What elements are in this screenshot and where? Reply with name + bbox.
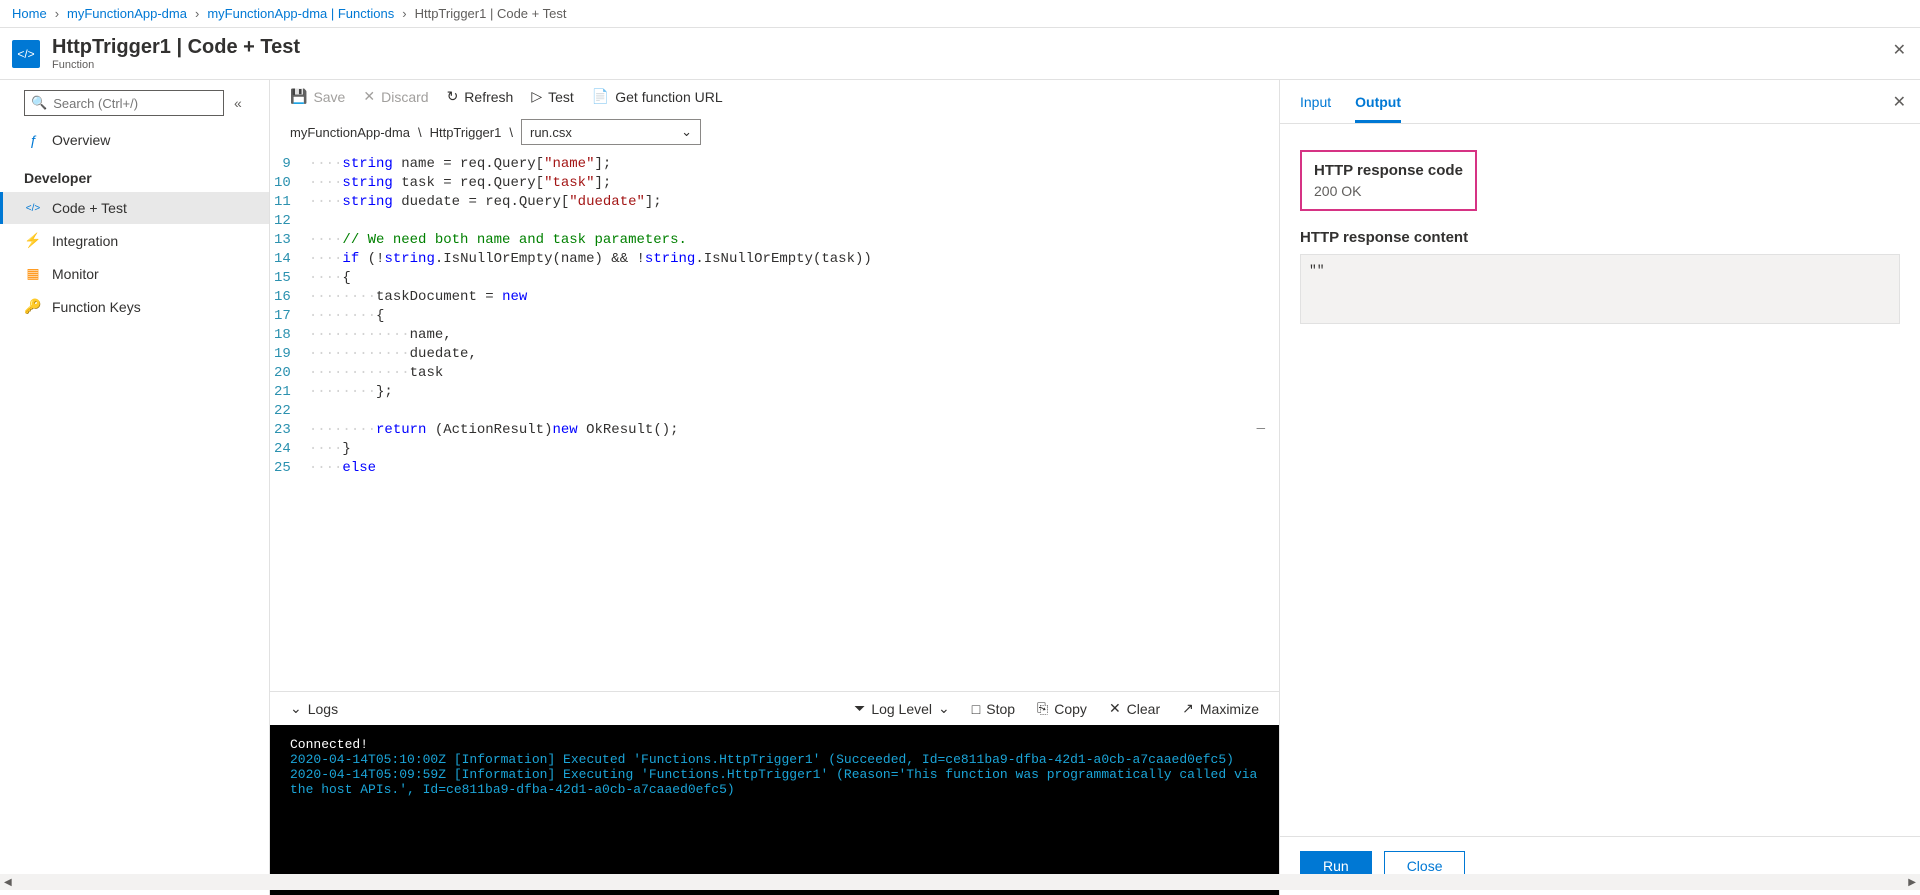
code-editor[interactable]: 910111213141516171819202122232425 ····st… xyxy=(270,155,1279,691)
nav-label: Overview xyxy=(52,132,110,148)
response-content: HTTP response content "" xyxy=(1300,229,1900,324)
nav-integration[interactable]: ⚡ Integration xyxy=(0,224,269,257)
chevron-down-icon: ⌄ xyxy=(681,124,692,140)
clear-button[interactable]: ✕ Clear xyxy=(1109,700,1160,717)
line-gutter: 910111213141516171819202122232425 xyxy=(270,155,309,478)
breadcrumb: Home › myFunctionApp-dma › myFunctionApp… xyxy=(0,0,1920,28)
scroll-left-icon[interactable]: ◀ xyxy=(4,877,12,888)
breadcrumb-current: HttpTrigger1 | Code + Test xyxy=(415,6,567,21)
file-select-value: run.csx xyxy=(530,125,572,140)
tab-output[interactable]: Output xyxy=(1355,94,1401,123)
save-icon: 💾 xyxy=(290,88,307,105)
stop-button[interactable]: □ Stop xyxy=(972,701,1015,717)
fold-icon[interactable]: — xyxy=(1257,420,1265,439)
nav-label: Function Keys xyxy=(52,299,141,315)
chevron-right-icon: › xyxy=(195,6,199,21)
maximize-icon: ↗ xyxy=(1182,700,1194,717)
test-panel: ✕ Input Output HTTP response code 200 OK… xyxy=(1280,80,1920,895)
logs-toolbar: ⌄ Logs ⏷ Log Level ⌄ □ Stop ⎘ Copy ✕ Cle… xyxy=(270,691,1279,725)
nav-label: Code + Test xyxy=(52,200,127,216)
console-line: 2020-04-14T05:09:59Z [Information] Execu… xyxy=(290,767,1259,797)
close-icon[interactable]: ✕ xyxy=(1893,92,1906,112)
code-content[interactable]: ····string name = req.Query["name"]; ···… xyxy=(309,155,1279,478)
nav-code-test[interactable]: </> Code + Test xyxy=(0,192,269,224)
center-panel: 💾 Save ✕ Discard ↻ Refresh ▷ Test 📄 Get … xyxy=(270,80,1280,895)
key-icon: 🔑 xyxy=(24,298,42,315)
nav-function-keys[interactable]: 🔑 Function Keys xyxy=(0,290,269,323)
response-code-value: 200 OK xyxy=(1314,183,1463,199)
copy-icon: ⎘ xyxy=(1037,700,1048,717)
discard-icon: ✕ xyxy=(363,88,375,105)
path-sep: \ xyxy=(509,125,513,140)
refresh-icon: ↻ xyxy=(447,88,459,105)
chevron-down-icon: ⌄ xyxy=(938,700,950,717)
nav-monitor[interactable]: ▦ Monitor xyxy=(0,257,269,290)
close-icon[interactable]: ✕ xyxy=(1893,40,1906,60)
toolbar: 💾 Save ✕ Discard ↻ Refresh ▷ Test 📄 Get … xyxy=(270,80,1279,113)
file-select[interactable]: run.csx ⌄ xyxy=(521,119,701,145)
search-input[interactable]: 🔍 xyxy=(24,90,224,116)
console-line: Connected! xyxy=(290,737,1259,752)
tab-input[interactable]: Input xyxy=(1300,94,1331,123)
response-code-box: HTTP response code 200 OK xyxy=(1300,150,1477,211)
breadcrumb-app[interactable]: myFunctionApp-dma xyxy=(67,6,187,21)
test-icon: ▷ xyxy=(531,88,542,105)
function-icon: </> xyxy=(12,40,40,68)
sidebar: 🔍 « ƒ Overview Developer </> Code + Test… xyxy=(0,80,270,895)
integration-icon: ⚡ xyxy=(24,232,42,249)
logs-toggle[interactable]: ⌄ Logs xyxy=(290,700,338,717)
file-path: myFunctionApp-dma \ HttpTrigger1 \ run.c… xyxy=(270,113,1279,155)
console-output: Connected! 2020-04-14T05:10:00Z [Informa… xyxy=(270,725,1279,895)
breadcrumb-home[interactable]: Home xyxy=(12,6,47,21)
path-sep: \ xyxy=(418,125,422,140)
maximize-button[interactable]: ↗ Maximize xyxy=(1182,700,1259,717)
monitor-icon: ▦ xyxy=(24,265,42,282)
copy-button[interactable]: ⎘ Copy xyxy=(1037,700,1087,717)
breadcrumb-functions[interactable]: myFunctionApp-dma | Functions xyxy=(207,6,394,21)
get-url-button[interactable]: 📄 Get function URL xyxy=(592,88,723,105)
discard-button[interactable]: ✕ Discard xyxy=(363,88,428,105)
chevron-right-icon: › xyxy=(55,6,59,21)
stop-icon: □ xyxy=(972,701,980,717)
nav-label: Integration xyxy=(52,233,118,249)
path-app: myFunctionApp-dma xyxy=(290,125,410,140)
response-content-value: "" xyxy=(1300,254,1900,324)
horizontal-scrollbar[interactable]: ◀ ▶ xyxy=(0,874,1920,890)
page-header: </> HttpTrigger1 | Code + Test Function … xyxy=(0,28,1920,80)
response-content-label: HTTP response content xyxy=(1300,229,1900,246)
output-body: HTTP response code 200 OK HTTP response … xyxy=(1280,124,1920,836)
path-func: HttpTrigger1 xyxy=(430,125,502,140)
save-button[interactable]: 💾 Save xyxy=(290,88,345,105)
tabs: Input Output xyxy=(1280,80,1920,124)
test-button[interactable]: ▷ Test xyxy=(531,88,573,105)
search-icon: 🔍 xyxy=(31,95,47,111)
url-icon: 📄 xyxy=(592,88,609,105)
nav-heading-developer: Developer xyxy=(0,156,269,192)
page-title: HttpTrigger1 | Code + Test xyxy=(52,36,300,59)
scroll-right-icon[interactable]: ▶ xyxy=(1908,877,1916,888)
search-field[interactable] xyxy=(53,96,217,111)
code-icon: </> xyxy=(24,203,42,214)
filter-icon: ⏷ xyxy=(854,700,865,717)
log-level-button[interactable]: ⏷ Log Level ⌄ xyxy=(854,700,950,717)
clear-icon: ✕ xyxy=(1109,700,1121,717)
chevron-down-icon: ⌄ xyxy=(290,700,302,717)
chevron-right-icon: › xyxy=(402,6,406,21)
refresh-button[interactable]: ↻ Refresh xyxy=(447,88,514,105)
page-subtitle: Function xyxy=(52,59,300,71)
collapse-sidebar-icon[interactable]: « xyxy=(234,95,242,111)
nav-overview[interactable]: ƒ Overview xyxy=(0,124,269,156)
console-line: 2020-04-14T05:10:00Z [Information] Execu… xyxy=(290,752,1259,767)
overview-icon: ƒ xyxy=(24,132,42,148)
nav-label: Monitor xyxy=(52,266,99,282)
response-code-label: HTTP response code xyxy=(1314,162,1463,179)
